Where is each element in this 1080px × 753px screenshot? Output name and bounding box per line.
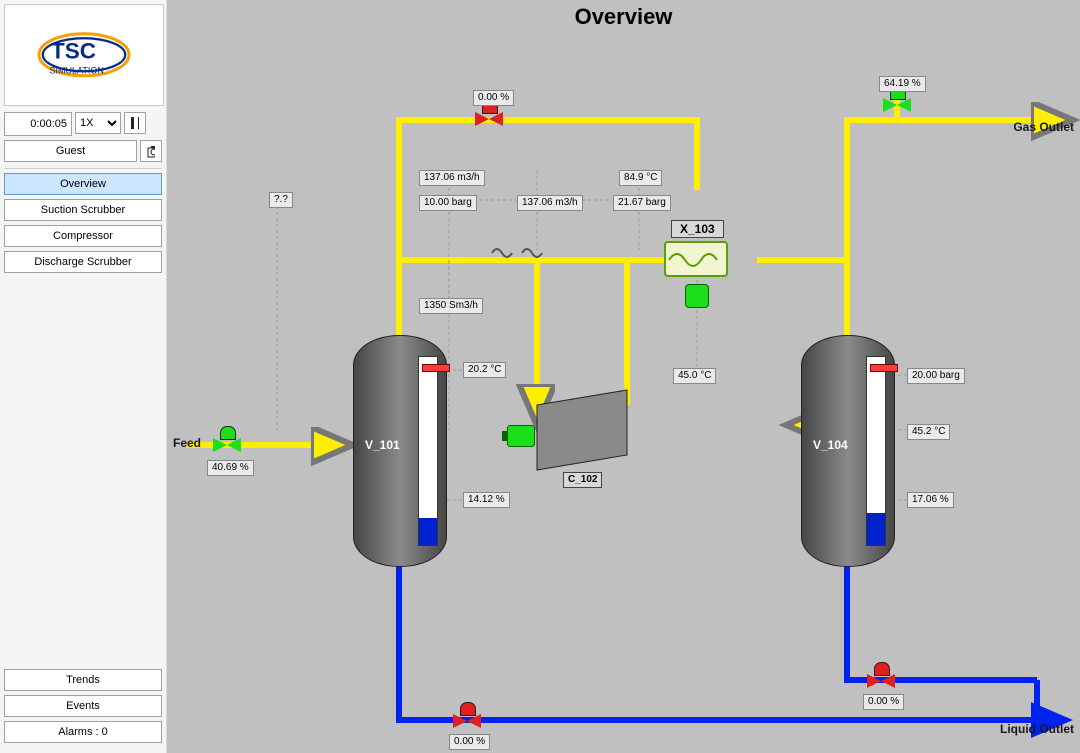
reading-discharge-flow: 137.06 m3/h [517, 195, 583, 211]
cooler-drum-icon [685, 284, 709, 308]
valve-v101-drain[interactable] [453, 706, 481, 734]
sidebar: TSC SIMULATION 1X Guest Overview Suction… [0, 0, 167, 753]
v101-label: V_101 [365, 438, 400, 452]
v104-label: V_104 [813, 438, 848, 452]
reading-discharge-temp: 84.9 °C [619, 170, 662, 186]
valve-gas-out[interactable] [883, 90, 911, 118]
valve-v104-drain[interactable] [867, 666, 895, 694]
valve-gas-out-reading: 64.19 % [879, 76, 926, 92]
nav-suction-scrubber[interactable]: Suction Scrubber [4, 199, 162, 221]
valve-recycle-reading: 0.00 % [473, 90, 514, 106]
pause-icon [131, 117, 139, 129]
nav-alarms[interactable]: Alarms : 0 [4, 721, 162, 743]
valve-v104-drain-reading: 0.00 % [863, 694, 904, 710]
reading-v104-press: 20.00 barg [907, 368, 965, 384]
valve-recycle[interactable] [475, 104, 503, 132]
save-snapshot-button[interactable] [140, 140, 162, 162]
nav-discharge-scrubber[interactable]: Discharge Scrubber [4, 251, 162, 273]
reading-feed-rate: ?.? [269, 192, 293, 208]
reading-suction-press: 10.00 barg [419, 195, 477, 211]
compressor-icon [537, 390, 627, 470]
feed-label: Feed [173, 436, 201, 450]
nav-overview[interactable]: Overview [4, 173, 162, 195]
gas-outlet-label: Gas Outlet [1013, 120, 1074, 134]
logo: TSC SIMULATION [4, 4, 164, 106]
sim-speed-select[interactable]: 1X [75, 112, 121, 134]
camera-icon [147, 144, 155, 158]
nav-events[interactable]: Events [4, 695, 162, 717]
reading-suction-flow: 137.06 m3/h [419, 170, 485, 186]
sim-time-input[interactable] [4, 112, 72, 136]
nav-trends[interactable]: Trends [4, 669, 162, 691]
c102-label: C_102 [563, 472, 602, 488]
diagram-canvas: Overview [167, 0, 1080, 753]
x103-label: X_103 [671, 220, 724, 238]
pause-button[interactable] [124, 112, 146, 134]
svg-text:SIMULATION: SIMULATION [50, 66, 104, 76]
reading-v101-level: 14.12 % [463, 492, 510, 508]
svg-text:TSC: TSC [51, 39, 96, 64]
reading-discharge-press: 21.67 barg [613, 195, 671, 211]
valve-feed[interactable] [213, 430, 241, 458]
valve-feed-reading: 40.69 % [207, 460, 254, 476]
nav-compressor[interactable]: Compressor [4, 225, 162, 247]
reading-v104-temp: 45.2 °C [907, 424, 950, 440]
tsc-logo-icon: TSC SIMULATION [24, 21, 144, 89]
valve-v101-drain-reading: 0.00 % [449, 734, 490, 750]
reading-v104-level: 17.06 % [907, 492, 954, 508]
reading-hx-out-temp: 45.0 °C [673, 368, 716, 384]
liquid-outlet-label: Liquid Outlet [1000, 722, 1074, 736]
motor-icon [507, 425, 535, 447]
user-button[interactable]: Guest [4, 140, 137, 162]
reading-std-flow: 1350 Sm3/h [419, 298, 483, 314]
reading-v101-temp: 20.2 °C [463, 362, 506, 378]
